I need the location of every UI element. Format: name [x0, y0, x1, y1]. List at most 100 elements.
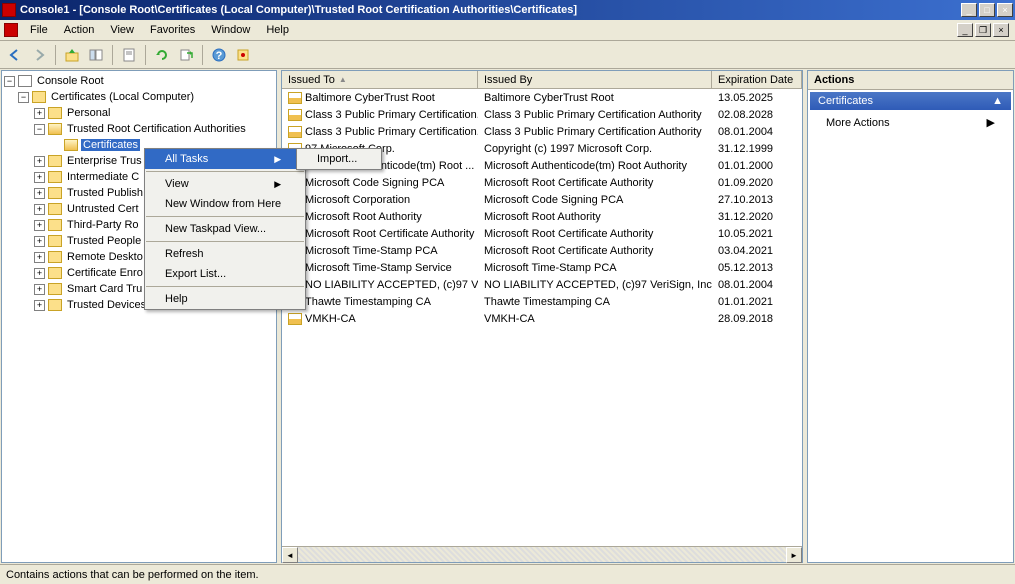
menu-action[interactable]: Action	[56, 22, 103, 38]
separator	[146, 241, 304, 242]
list-row[interactable]: Microsoft Root Certificate AuthorityMicr…	[282, 225, 802, 242]
cell-issued-to: Microsoft Time-Stamp PCA	[282, 245, 478, 257]
scroll-left-button[interactable]: ◄	[282, 547, 298, 563]
window-title: Console1 - [Console Root\Certificates (L…	[20, 4, 961, 16]
cell-issued-to: Microsoft Root Certificate Authority	[282, 228, 478, 240]
cell-expiration: 01.01.2021	[712, 296, 802, 308]
scroll-track[interactable]	[298, 547, 786, 562]
ctx-new-window[interactable]: New Window from Here	[145, 194, 305, 214]
context-submenu: Import...	[296, 148, 382, 170]
cell-expiration: 28.09.2018	[712, 313, 802, 325]
scroll-right-button[interactable]: ►	[786, 547, 802, 563]
cell-issued-by: Microsoft Root Certificate Authority	[478, 177, 712, 189]
cell-expiration: 01.01.2000	[712, 160, 802, 172]
menu-view[interactable]: View	[102, 22, 142, 38]
expand-icon[interactable]: +	[34, 220, 45, 231]
list-row[interactable]: Class 3 Public Primary Certification...C…	[282, 123, 802, 140]
folder-icon	[48, 203, 62, 215]
mdi-minimize-button[interactable]: _	[957, 23, 973, 37]
ctx-new-taskpad[interactable]: New Taskpad View...	[145, 219, 305, 239]
column-issued-to[interactable]: Issued To▲	[282, 71, 478, 88]
export-button[interactable]	[175, 44, 197, 66]
expand-icon[interactable]: +	[34, 252, 45, 263]
actions-more-actions[interactable]: More Actions ▶	[808, 112, 1013, 133]
list-row[interactable]: VMKH-CAVMKH-CA28.09.2018	[282, 310, 802, 327]
expand-icon[interactable]: +	[34, 204, 45, 215]
list-row[interactable]: Baltimore CyberTrust RootBaltimore Cyber…	[282, 89, 802, 106]
cell-expiration: 31.12.2020	[712, 211, 802, 223]
folder-icon	[48, 283, 62, 295]
menu-favorites[interactable]: Favorites	[142, 22, 203, 38]
column-issued-by[interactable]: Issued By	[478, 71, 712, 88]
column-expiration[interactable]: Expiration Date	[712, 71, 802, 88]
tree-node-trusted-root[interactable]: −Trusted Root Certification Authorities	[2, 121, 276, 137]
show-hide-tree-button[interactable]	[85, 44, 107, 66]
cell-issued-to: Microsoft Time-Stamp Service	[282, 262, 478, 274]
ctx-view[interactable]: View▶	[145, 174, 305, 194]
certificate-icon	[288, 109, 302, 121]
horizontal-scrollbar[interactable]: ◄ ►	[282, 546, 802, 562]
expand-icon[interactable]: +	[34, 268, 45, 279]
maximize-button[interactable]: □	[979, 3, 995, 17]
list-row[interactable]: NO LIABILITY ACCEPTED, (c)97 V...NO LIAB…	[282, 276, 802, 293]
mdi-close-button[interactable]: ×	[993, 23, 1009, 37]
menu-file[interactable]: File	[22, 22, 56, 38]
cell-expiration: 08.01.2004	[712, 279, 802, 291]
list-row[interactable]: Microsoft CorporationMicrosoft Code Sign…	[282, 191, 802, 208]
expand-icon[interactable]: +	[34, 172, 45, 183]
expand-icon[interactable]: +	[34, 300, 45, 311]
minimize-button[interactable]: _	[961, 3, 977, 17]
expand-icon[interactable]: +	[34, 108, 45, 119]
list-row[interactable]: Microsoft Code Signing PCAMicrosoft Root…	[282, 174, 802, 191]
close-button[interactable]: ×	[997, 3, 1013, 17]
properties-button[interactable]	[118, 44, 140, 66]
refresh-button[interactable]	[151, 44, 173, 66]
mdi-restore-button[interactable]: ❐	[975, 23, 991, 37]
folder-icon	[48, 235, 62, 247]
ctx-help[interactable]: Help	[145, 289, 305, 309]
back-button[interactable]	[4, 44, 26, 66]
cell-issued-by: Microsoft Authenticode(tm) Root Authorit…	[478, 160, 712, 172]
list-row[interactable]: Microsoft Time-Stamp PCAMicrosoft Root C…	[282, 242, 802, 259]
list-row[interactable]: Thawte Timestamping CAThawte Timestampin…	[282, 293, 802, 310]
menu-window[interactable]: Window	[203, 22, 258, 38]
submenu-arrow-icon: ▶	[987, 116, 995, 129]
ctx-import[interactable]: Import...	[297, 149, 381, 169]
folder-open-icon	[48, 123, 62, 135]
tree-node-personal[interactable]: +Personal	[2, 105, 276, 121]
tree-node-console-root[interactable]: −Console Root	[2, 73, 276, 89]
cell-issued-to: Thawte Timestamping CA	[282, 296, 478, 308]
help-button[interactable]: ?	[208, 44, 230, 66]
actions-section-certificates[interactable]: Certificates ▲	[810, 92, 1011, 110]
forward-button[interactable]	[28, 44, 50, 66]
cell-issued-to: Microsoft Root Authority	[282, 211, 478, 223]
expand-icon[interactable]: +	[34, 156, 45, 167]
ctx-export-list[interactable]: Export List...	[145, 264, 305, 284]
cell-expiration: 05.12.2013	[712, 262, 802, 274]
cell-expiration: 01.09.2020	[712, 177, 802, 189]
collapse-icon[interactable]: −	[18, 92, 29, 103]
window-buttons: _ □ ×	[961, 3, 1013, 17]
ctx-refresh[interactable]: Refresh	[145, 244, 305, 264]
list-row[interactable]: Class 3 Public Primary Certification...C…	[282, 106, 802, 123]
titlebar: Console1 - [Console Root\Certificates (L…	[0, 0, 1015, 20]
separator	[146, 286, 304, 287]
ctx-all-tasks[interactable]: All Tasks▶	[145, 149, 305, 169]
app-icon	[2, 3, 16, 17]
context-menu: All Tasks▶ View▶ New Window from Here Ne…	[144, 148, 306, 310]
expand-icon[interactable]: +	[34, 188, 45, 199]
tree-panel[interactable]: −Console Root −Certificates (Local Compu…	[1, 70, 277, 563]
up-button[interactable]	[61, 44, 83, 66]
expand-icon[interactable]: +	[34, 236, 45, 247]
folder-icon	[48, 187, 62, 199]
sort-asc-icon: ▲	[339, 75, 347, 84]
collapse-icon[interactable]: −	[34, 124, 45, 135]
list-row[interactable]: Microsoft Root AuthorityMicrosoft Root A…	[282, 208, 802, 225]
menu-help[interactable]: Help	[258, 22, 297, 38]
list-row[interactable]: Microsoft Time-Stamp ServiceMicrosoft Ti…	[282, 259, 802, 276]
cert-tool-button[interactable]	[232, 44, 254, 66]
tree-node-certificates-root[interactable]: −Certificates (Local Computer)	[2, 89, 276, 105]
collapse-icon[interactable]: −	[4, 76, 15, 87]
cell-issued-by: NO LIABILITY ACCEPTED, (c)97 VeriSign, I…	[478, 279, 712, 291]
expand-icon[interactable]: +	[34, 284, 45, 295]
